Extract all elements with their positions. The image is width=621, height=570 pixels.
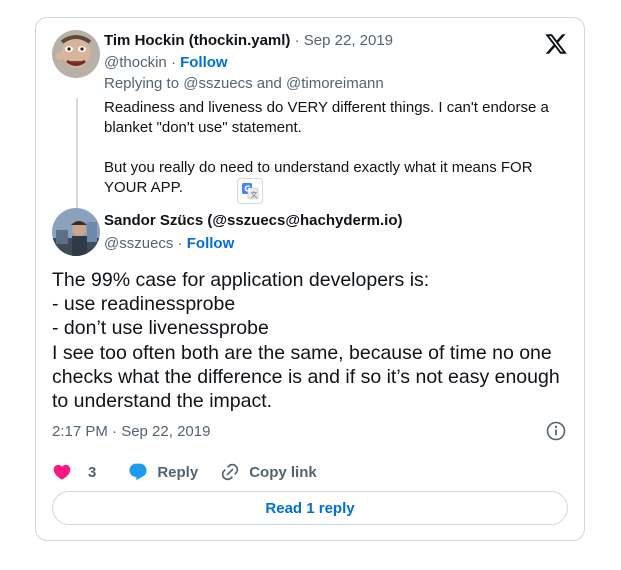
x-logo-icon[interactable] bbox=[544, 32, 568, 56]
like-button[interactable]: 3 bbox=[52, 462, 96, 482]
reply-button[interactable]: Reply bbox=[128, 462, 198, 482]
parent-author-row: Tim Hockin (thockin.yaml) · Sep 22, 2019 bbox=[104, 31, 393, 51]
translate-icon: G 文 bbox=[242, 183, 259, 200]
parent-handle[interactable]: @thockin bbox=[104, 54, 167, 71]
avatar-sszuecs[interactable] bbox=[52, 208, 100, 256]
parent-author-name[interactable]: Tim Hockin (thockin.yaml) bbox=[104, 32, 290, 49]
embedded-tweet-card: Tim Hockin (thockin.yaml) · Sep 22, 2019… bbox=[35, 17, 585, 541]
parent-date[interactable]: Sep 22, 2019 bbox=[304, 32, 393, 49]
translate-button[interactable]: G 文 bbox=[237, 178, 263, 204]
thread-connector-line bbox=[76, 98, 78, 224]
copy-link-label: Copy link bbox=[249, 463, 317, 481]
main-handle-row: @sszuecs · Follow bbox=[104, 234, 234, 254]
separator-dot: · bbox=[177, 235, 187, 252]
separator-dot: · bbox=[170, 54, 181, 71]
parent-follow-button[interactable]: Follow bbox=[180, 54, 228, 71]
copy-link-button[interactable]: Copy link bbox=[220, 462, 317, 482]
reply-label: Reply bbox=[157, 463, 199, 481]
main-tweet-text: The 99% case for application developers … bbox=[52, 269, 560, 413]
heart-icon bbox=[53, 464, 71, 480]
avatar-thockin-image bbox=[52, 30, 100, 78]
main-author-row: Sandor Szücs (@sszuecs@hachyderm.io) bbox=[104, 211, 403, 231]
info-icon[interactable] bbox=[546, 421, 566, 441]
parent-handle-row: @thockin · Follow bbox=[104, 53, 228, 73]
avatar-sszuecs-image bbox=[52, 208, 100, 256]
replying-to-text: Replying to @sszuecs and @timoreimann bbox=[104, 75, 384, 92]
like-count: 3 bbox=[88, 463, 97, 481]
tweet-timestamp[interactable]: 2:17 PM · Sep 22, 2019 bbox=[52, 422, 210, 442]
main-follow-button[interactable]: Follow bbox=[187, 235, 235, 252]
parent-tweet-text: Readiness and liveness do VERY different… bbox=[104, 99, 549, 196]
main-handle[interactable]: @sszuecs bbox=[104, 235, 173, 252]
svg-text:文: 文 bbox=[250, 190, 257, 199]
main-author-name[interactable]: Sandor Szücs (@sszuecs@hachyderm.io) bbox=[104, 212, 403, 229]
separator-dot: · bbox=[294, 32, 304, 49]
reply-bubble-icon bbox=[129, 463, 147, 481]
avatar-thockin[interactable] bbox=[52, 30, 100, 78]
link-icon bbox=[222, 463, 239, 481]
read-replies-button[interactable]: Read 1 reply bbox=[52, 491, 568, 525]
tweet-actions-bar: 3 Reply Copy link bbox=[52, 462, 317, 482]
